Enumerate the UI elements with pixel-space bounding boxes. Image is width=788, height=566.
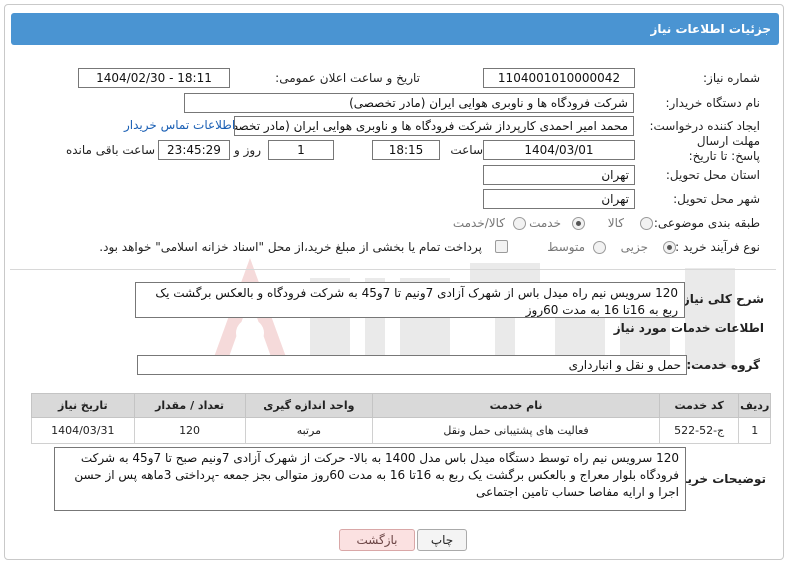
buyer-contact-link[interactable]: اطلاعات تماس خریدار	[124, 118, 235, 132]
cell-need-date: 1404/03/31	[31, 417, 135, 444]
cell-service-code: ج-52-522	[658, 417, 740, 444]
panel-title: جزئیات اطلاعات نیاز	[11, 13, 779, 45]
section-divider	[10, 269, 776, 270]
summary-label: شرح کلی نیاز:	[678, 292, 764, 306]
category-radio-goods-service[interactable]	[513, 217, 526, 230]
service-group-label: گروه خدمت:	[686, 358, 760, 372]
cell-service-name: فعالیت های پشتیبانی حمل ونقل	[372, 417, 660, 444]
col-service-code: کد خدمت	[658, 393, 740, 418]
delivery-province-field: تهران	[483, 165, 635, 185]
cell-quantity: 120	[133, 417, 246, 444]
col-quantity: تعداد / مقدار	[133, 393, 246, 418]
treasury-payment-note: پرداخت تمام یا بخشی از مبلغ خرید،از محل …	[99, 240, 482, 254]
deadline-label: مهلت ارسال پاسخ: تا تاریخ:	[688, 134, 760, 163]
category-radio-service[interactable]	[572, 217, 585, 230]
category-label: طبقه بندی موضوعی:	[653, 216, 760, 230]
cell-row-number: 1	[738, 417, 771, 444]
announce-datetime-field: 1404/02/30 - 18:11	[78, 68, 230, 88]
table-row: 1 ج-52-522 فعالیت های پشتیبانی حمل ونقل …	[31, 417, 771, 444]
service-group-field: حمل و نقل و انبارداری	[137, 355, 687, 375]
creator-field: محمد امیر احمدی کارپرداز شرکت فرودگاه ها…	[234, 116, 634, 136]
need-number-label: شماره نیاز:	[703, 71, 760, 85]
days-label: روز و	[234, 143, 261, 157]
deadline-time-label: ساعت	[450, 143, 483, 157]
table-header-row: ردیف کد خدمت نام خدمت واحد اندازه گیری ت…	[31, 393, 771, 418]
buyer-org-field: شرکت فرودگاه ها و ناوبری هوایی ایران (ما…	[184, 93, 634, 113]
col-service-name: نام خدمت	[372, 393, 660, 418]
delivery-city-field: تهران	[483, 189, 635, 209]
deadline-time-field: 18:15	[372, 140, 440, 160]
process-option-medium: متوسط	[547, 240, 585, 254]
buyer-org-label: نام دستگاه خریدار:	[665, 96, 761, 110]
remaining-time-field: 23:45:29	[158, 140, 230, 160]
buyer-notes-text: 120 سرویس نیم راه توسط دستگاه میدل باس م…	[54, 447, 686, 511]
summary-text: 120 سرویس نیم راه میدل باس از شهرک آزادی…	[135, 282, 685, 318]
deadline-date-field: 1404/03/01	[483, 140, 635, 160]
category-option-goods-service: کالا/خدمت	[452, 216, 505, 230]
process-option-minor: جزیی	[620, 240, 648, 254]
cell-unit: مرتبه	[244, 417, 374, 444]
process-radio-medium[interactable]	[593, 241, 606, 254]
category-option-service: خدمت	[529, 216, 561, 230]
col-unit: واحد اندازه گیری	[244, 393, 374, 418]
services-section-title: اطلاعات خدمات مورد نیاز	[613, 321, 764, 335]
remaining-days-field: 1	[268, 140, 334, 160]
services-table: ردیف کد خدمت نام خدمت واحد اندازه گیری ت…	[31, 393, 771, 444]
delivery-province-label: استان محل تحویل:	[665, 168, 760, 182]
category-radio-goods[interactable]	[640, 217, 653, 230]
treasury-payment-checkbox[interactable]	[495, 240, 508, 253]
need-number-field: 1104001010000042	[483, 68, 635, 88]
category-option-goods: کالا	[607, 216, 624, 230]
print-button[interactable]: چاپ	[417, 529, 467, 551]
back-button[interactable]: بازگشت	[339, 529, 415, 551]
col-row-number: ردیف	[738, 393, 771, 418]
delivery-city-label: شهر محل تحویل:	[673, 192, 760, 206]
announce-datetime-label: تاریخ و ساعت اعلان عمومی:	[275, 71, 420, 85]
purchase-process-label: نوع فرآیند خرید :	[675, 240, 760, 254]
col-need-date: تاریخ نیاز	[31, 393, 135, 418]
process-radio-minor[interactable]	[663, 241, 676, 254]
creator-label: ایجاد کننده درخواست:	[649, 119, 760, 133]
remaining-time-label: ساعت باقی مانده	[65, 143, 155, 157]
